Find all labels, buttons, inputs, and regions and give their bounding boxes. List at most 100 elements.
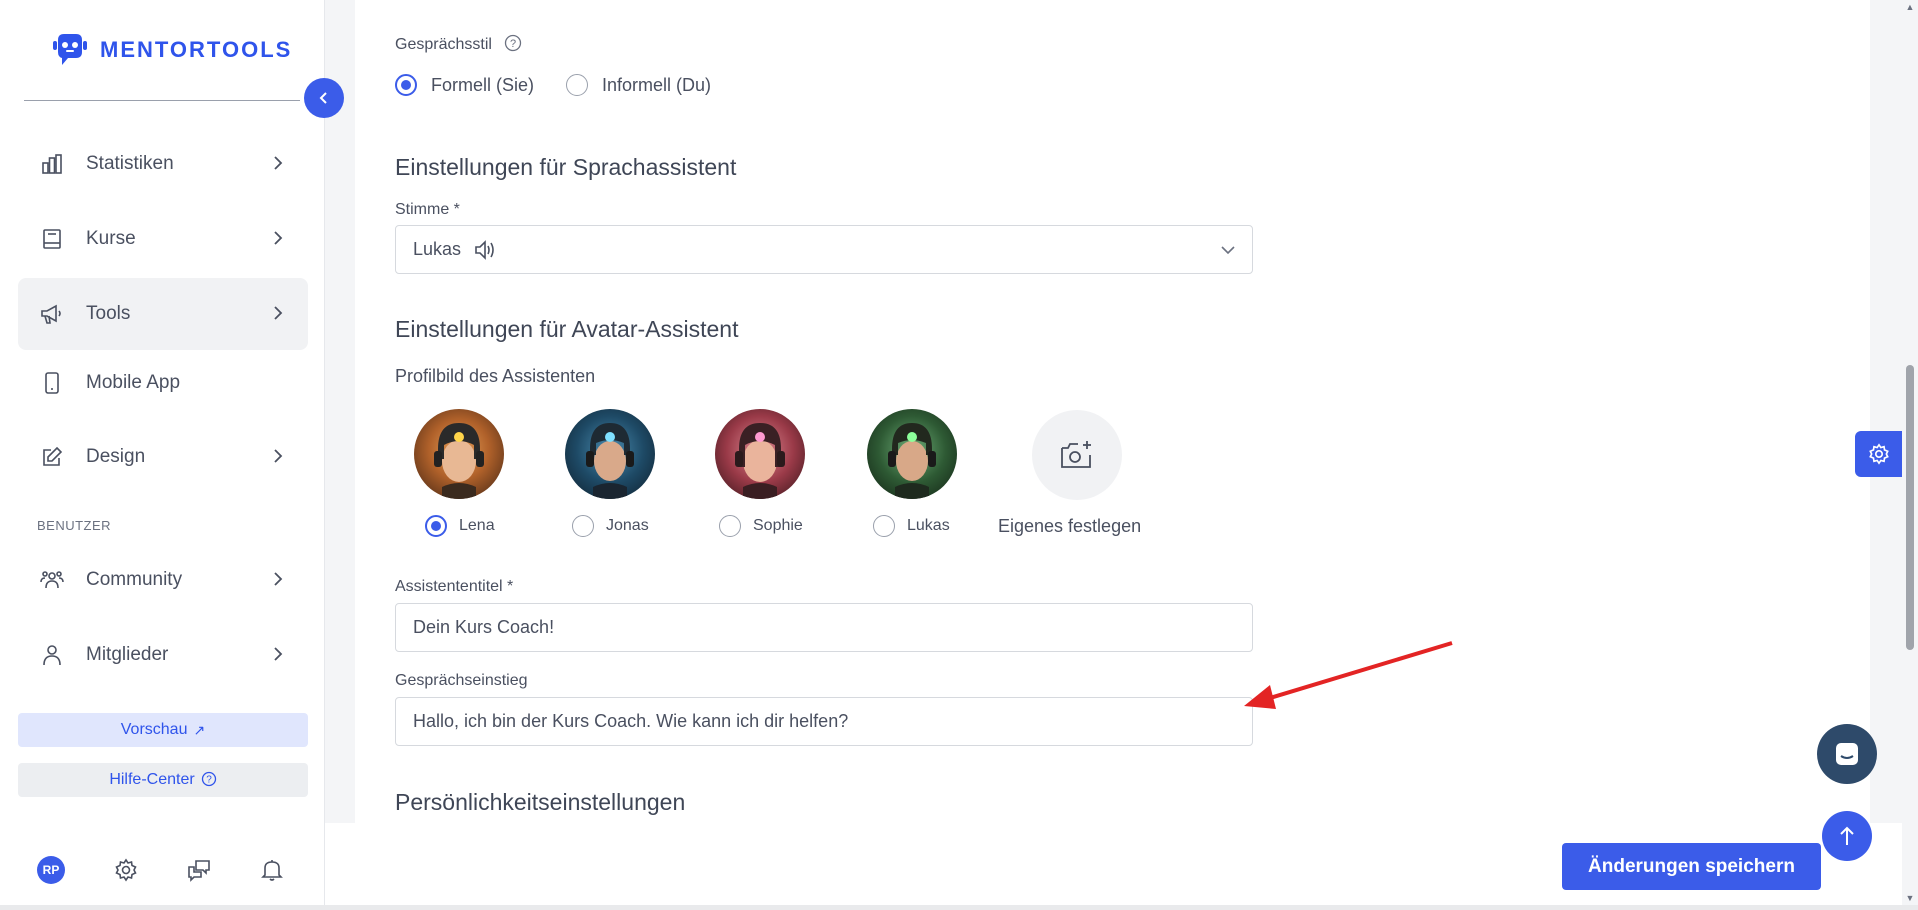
radio-formell[interactable]: Formell (Sie) [395,74,534,96]
camera-plus-icon [1061,441,1091,468]
avatar-image-lukas[interactable] [867,409,957,499]
sidebar-item-tools[interactable]: Tools [18,278,308,350]
megaphone-icon [40,302,64,326]
radio-label: Lukas [907,517,950,534]
radio-dot [395,74,417,96]
chat-bubbles-icon[interactable] [185,856,213,884]
radio-dot [873,515,895,537]
radio-label: Informell (Du) [602,74,712,95]
radio-label: Lena [459,517,495,534]
bell-icon[interactable] [258,856,286,884]
smartphone-icon [40,371,64,395]
radio-dot [719,515,741,537]
scroll-down-arrow-icon[interactable]: ▼ [1905,893,1915,903]
scroll-up-arrow-icon[interactable]: ▲ [1905,2,1915,12]
radio-dot [572,515,594,537]
chevron-right-icon [274,156,283,170]
gear-icon[interactable] [112,856,140,884]
settings-side-tab[interactable] [1855,431,1902,477]
sidebar-section-users: BENUTZER [37,518,112,533]
avatar-image-lena[interactable] [414,409,504,499]
chevron-left-icon [319,92,327,104]
svg-text:?: ? [206,774,212,785]
people-icon [40,568,64,592]
sidebar-item-label: Mitglieder [86,644,169,665]
sidebar-item-mitglieder[interactable]: Mitglieder [18,619,308,691]
arrow-up-icon [1840,826,1854,845]
help-circle-icon[interactable]: ? [504,34,522,52]
sidebar-item-label: Design [86,446,146,467]
radio-avatar-sophie[interactable]: Sophie [719,515,803,537]
pencil-icon [40,445,64,469]
avatar[interactable]: RP [37,856,65,884]
chat-launcher-button[interactable] [1817,724,1877,784]
external-link-icon: ↗ [193,721,206,738]
book-icon [40,227,64,251]
voice-select[interactable]: Lukas [395,225,1253,274]
chevron-right-icon [274,231,283,245]
radio-avatar-lukas[interactable]: Lukas [873,515,950,537]
settings-panel: Gesprächsstil ? Formell (Sie) Informell … [355,0,1870,823]
help-center-label: Hilfe-Center [109,771,195,788]
scroll-to-top-button[interactable] [1822,811,1872,861]
radio-avatar-jonas[interactable]: Jonas [572,515,649,537]
voice-label: Stimme * [395,201,460,218]
opening-value: Hallo, ich bin der Kurs Coach. Wie kann … [413,711,849,731]
voice-value: Lukas [413,239,462,259]
sidebar-item-kurse[interactable]: Kurse [18,203,308,275]
annotation-arrow-icon [1244,641,1453,709]
chevron-right-icon [274,572,283,586]
sidebar-item-design[interactable]: Design [18,421,308,493]
collapse-sidebar-button[interactable] [304,78,344,118]
conversation-style-label: Gesprächsstil ? [395,34,522,54]
radio-informell[interactable]: Informell (Du) [566,74,711,96]
assistant-title-input[interactable]: Dein Kurs Coach! [395,603,1253,652]
window-bottom-edge [0,905,1918,910]
personality-section-title: Persönlichkeitseinstellungen [395,789,686,815]
chevron-right-icon [274,647,283,661]
speaker-icon[interactable] [473,239,497,261]
custom-avatar-upload[interactable] [1032,410,1122,500]
user-icon [40,643,64,667]
sidebar-item-statistiken[interactable]: Statistiken [18,128,308,200]
avatar-image-sophie[interactable] [715,409,805,499]
radio-avatar-lena[interactable]: Lena [425,515,495,537]
help-center-button[interactable]: Hilfe-Center ? [18,763,308,797]
avatar-image-jonas[interactable] [565,409,655,499]
chevron-right-icon [274,306,283,320]
preview-label: Vorschau [120,721,188,738]
chevron-down-icon [1221,246,1235,255]
sidebar: MENTORTOOLS Statistiken Kurse Tools Mobi… [0,0,325,910]
avatar-section-title: Einstellungen für Avatar-Assistent [395,316,739,342]
sidebar-item-label: Mobile App [86,372,181,393]
radio-label: Sophie [753,517,803,534]
chat-icon [1836,743,1858,765]
assistant-title-value: Dein Kurs Coach! [413,617,555,637]
sidebar-item-label: Tools [86,303,131,324]
custom-avatar-label[interactable]: Eigenes festlegen [998,516,1141,537]
conversation-style-label-text: Gesprächsstil [395,36,492,53]
save-changes-button[interactable]: Änderungen speichern [1562,843,1821,890]
sidebar-divider [24,100,300,101]
sidebar-item-community[interactable]: Community [18,544,308,616]
question-circle-icon: ? [201,771,217,790]
sidebar-item-label: Statistiken [86,153,174,174]
radio-dot [425,515,447,537]
sidebar-item-mobile-app[interactable]: Mobile App [18,347,308,419]
opening-input[interactable]: Hallo, ich bin der Kurs Coach. Wie kann … [395,697,1253,746]
brand-name: MENTORTOOLS [100,37,293,62]
radio-label: Formell (Sie) [431,74,535,95]
brand-logo[interactable]: MENTORTOOLS [50,30,292,70]
opening-label: Gesprächseinstieg [395,672,528,689]
bar-chart-icon [40,152,64,176]
preview-button[interactable]: Vorschau ↗ [18,713,308,747]
scrollbar-thumb[interactable] [1906,365,1914,650]
radio-label: Jonas [606,517,649,534]
gear-icon [1868,443,1889,465]
sidebar-item-label: Kurse [86,228,136,249]
chevron-right-icon [274,449,283,463]
voice-section-title: Einstellungen für Sprachassistent [395,154,737,180]
profile-picture-label: Profilbild des Assistenten [395,366,596,386]
sidebar-item-label: Community [86,569,183,590]
svg-text:?: ? [510,38,516,50]
